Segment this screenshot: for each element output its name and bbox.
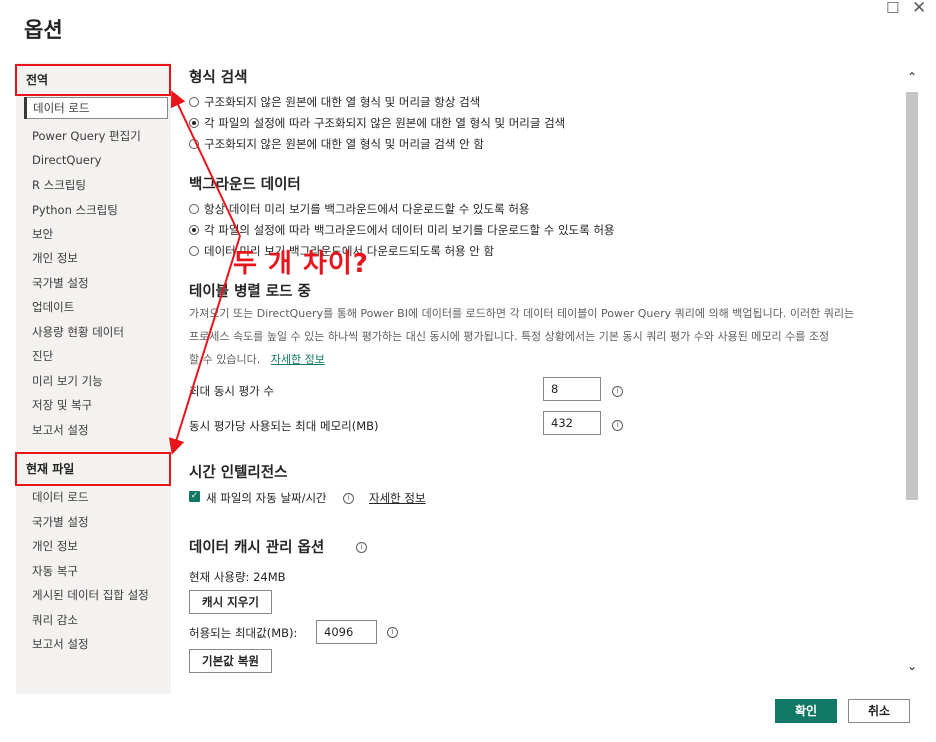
annotation-text: 두 개 차이? <box>233 249 369 279</box>
annotation-arrows <box>168 90 241 455</box>
arrow-to-global <box>170 90 241 237</box>
ok-button[interactable]: 확인 <box>775 699 837 723</box>
arrow-to-current-file <box>168 235 241 455</box>
cancel-button[interactable]: 취소 <box>848 699 910 723</box>
